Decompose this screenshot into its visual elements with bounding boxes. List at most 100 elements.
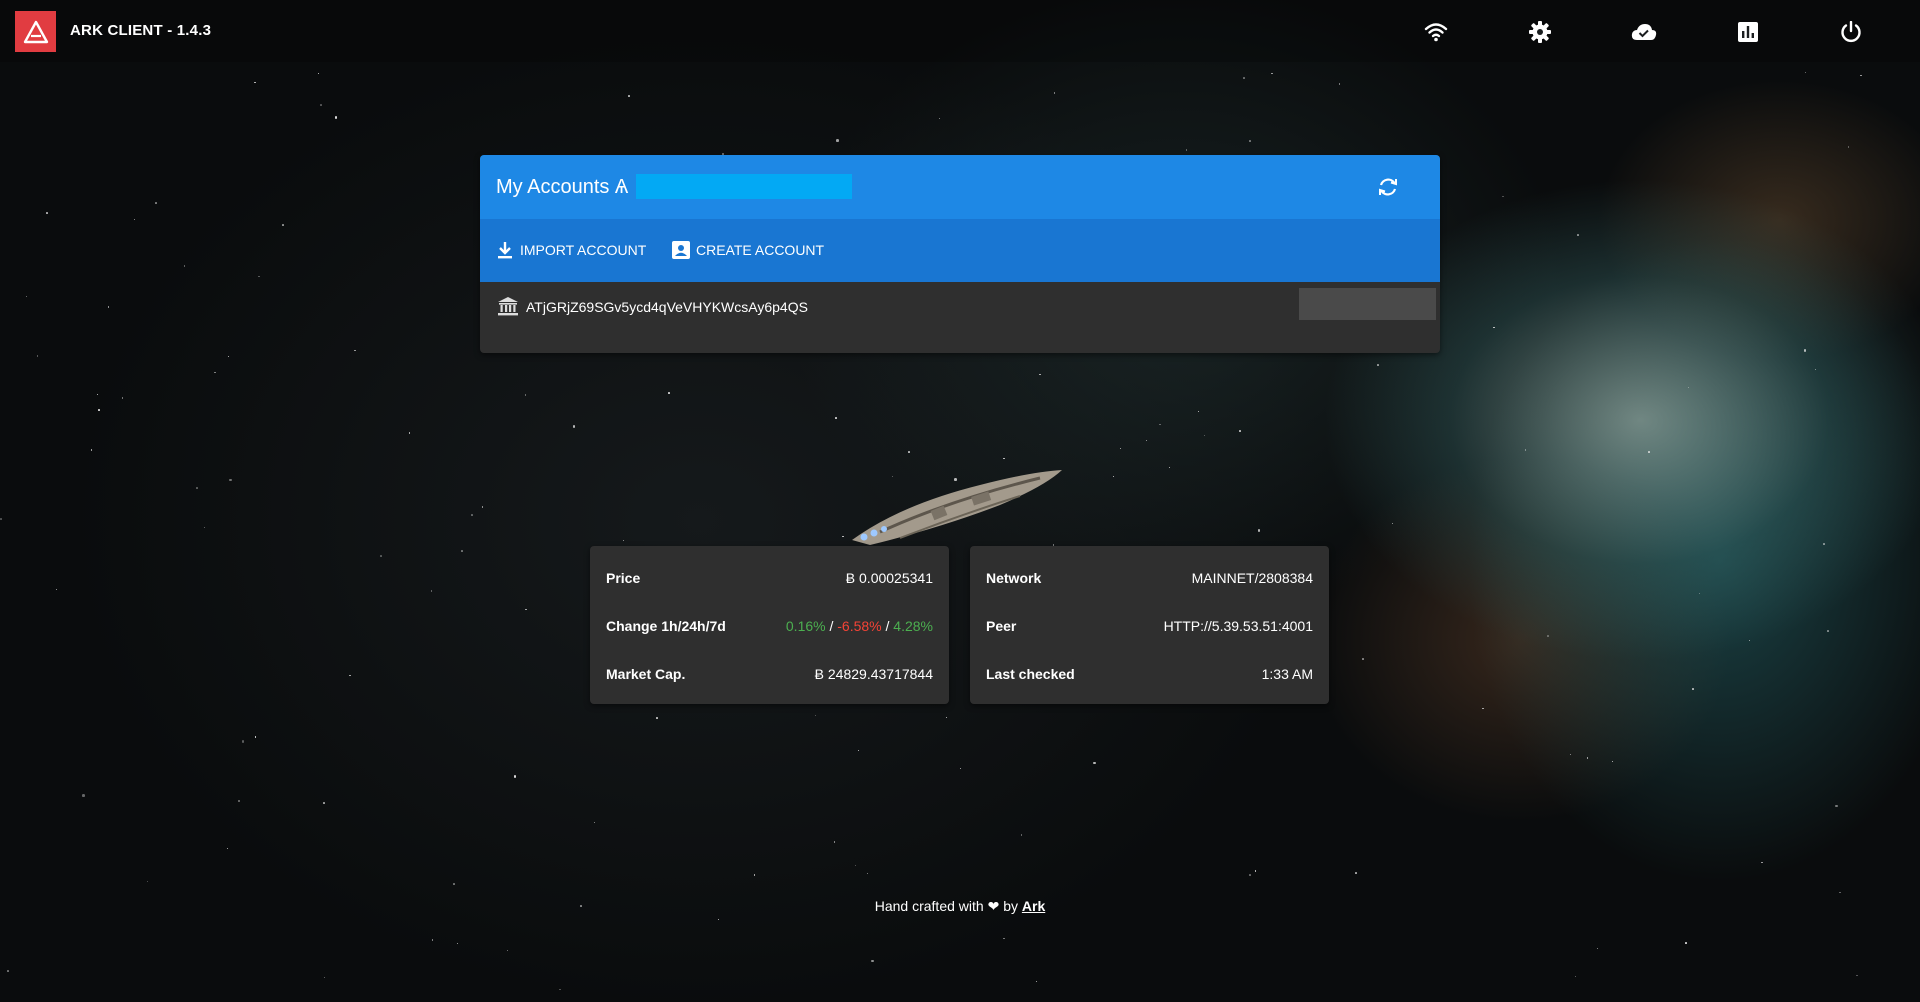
star [1687,386,1690,389]
star [1035,980,1038,983]
star [656,717,658,719]
star [1203,434,1206,437]
star [1685,942,1687,944]
star [82,794,85,798]
spaceship-image [852,470,1062,545]
star [1860,74,1862,77]
star [1856,974,1858,977]
star [430,590,433,592]
star [320,104,322,106]
star [945,716,947,719]
star [1596,947,1599,950]
import-account-button[interactable]: IMPORT ACCOUNT [496,241,646,259]
wifi-icon[interactable] [1422,18,1450,46]
star [1577,234,1579,236]
star [203,526,206,529]
total-balance-redacted [636,174,852,199]
star [258,275,260,278]
peer-value[interactable]: HTTP://5.39.53.51:4001 [1164,618,1313,634]
network-card: Network MAINNET/2808384 Peer HTTP://5.39… [970,546,1329,704]
star [1847,146,1850,148]
accounts-title: My Accounts Ѧ [496,176,629,198]
star [1482,707,1484,710]
star [98,409,100,411]
star [668,392,670,394]
star [155,202,157,204]
star [90,449,93,451]
star [857,749,860,752]
star [1804,71,1807,74]
cloud-icon[interactable] [1630,18,1658,46]
star [1271,72,1273,75]
star [833,841,836,843]
star [323,802,325,804]
star [1574,975,1577,978]
marketcap-label: Market Cap. [606,666,686,682]
star [1391,522,1394,525]
star [866,872,869,875]
star [1748,639,1750,642]
power-icon[interactable] [1837,18,1865,46]
account-box-icon [672,241,690,259]
star [1827,630,1829,632]
accounts-toolbar: IMPORT ACCOUNT CREATE ACCOUNT [480,219,1440,282]
star [214,371,216,374]
account-row[interactable]: ATjGRjZ69SGv5ycd4qVeVHYKWcsAy6p4QS [480,282,1440,330]
star [349,674,351,677]
ark-link[interactable]: Ark [1022,898,1045,914]
star [1814,368,1817,371]
star [572,425,576,428]
download-icon [498,242,512,259]
last-checked-value: 1:33 AM [1261,666,1313,682]
account-address[interactable]: ATjGRjZ69SGv5ycd4qVeVHYKWcsAy6p4QS [498,297,808,316]
star [237,799,241,803]
star [1586,757,1589,759]
star [1243,77,1245,79]
star [1197,410,1200,413]
chart-icon[interactable] [1734,18,1762,46]
top-bar: ARK CLIENT - 1.4.3 [0,0,1920,62]
star [525,608,527,611]
star [0,518,2,520]
star [453,883,455,885]
create-account-button[interactable]: CREATE ACCOUNT [672,241,824,259]
star [354,349,356,352]
star [506,949,509,952]
star [1839,891,1841,894]
accounts-panel: My Accounts Ѧ IMPORT ACCOUNT CREATE ACCO… [480,155,1440,353]
refresh-icon[interactable] [1376,175,1400,199]
star [753,874,756,876]
price-label: Price [606,570,641,586]
star [481,506,484,508]
star [1249,140,1251,142]
star [1257,528,1261,532]
star [593,821,596,824]
accounts-header: My Accounts Ѧ [480,155,1440,219]
star [121,397,124,399]
star [1502,195,1504,198]
star [456,942,459,945]
star [323,976,326,979]
star [1569,753,1572,756]
star [226,847,229,850]
star [431,939,434,941]
star [254,736,257,738]
separator: / [829,618,834,634]
gear-icon[interactable] [1526,18,1554,46]
star [1145,439,1148,442]
marketcap-value: Ƀ 24829.43717844 [814,666,933,682]
star [229,478,233,482]
star [1159,423,1161,425]
network-value: MAINNET/2808384 [1191,570,1313,586]
create-account-label: CREATE ACCOUNT [696,242,825,258]
star [1377,364,1379,366]
ark-logo [15,11,56,52]
star [1648,451,1650,453]
star [471,514,473,516]
star [133,218,136,221]
star [1547,635,1549,637]
star [1039,373,1041,376]
change-1h: 0.16% [785,618,826,634]
separator: / [885,618,890,634]
star [1254,870,1257,872]
